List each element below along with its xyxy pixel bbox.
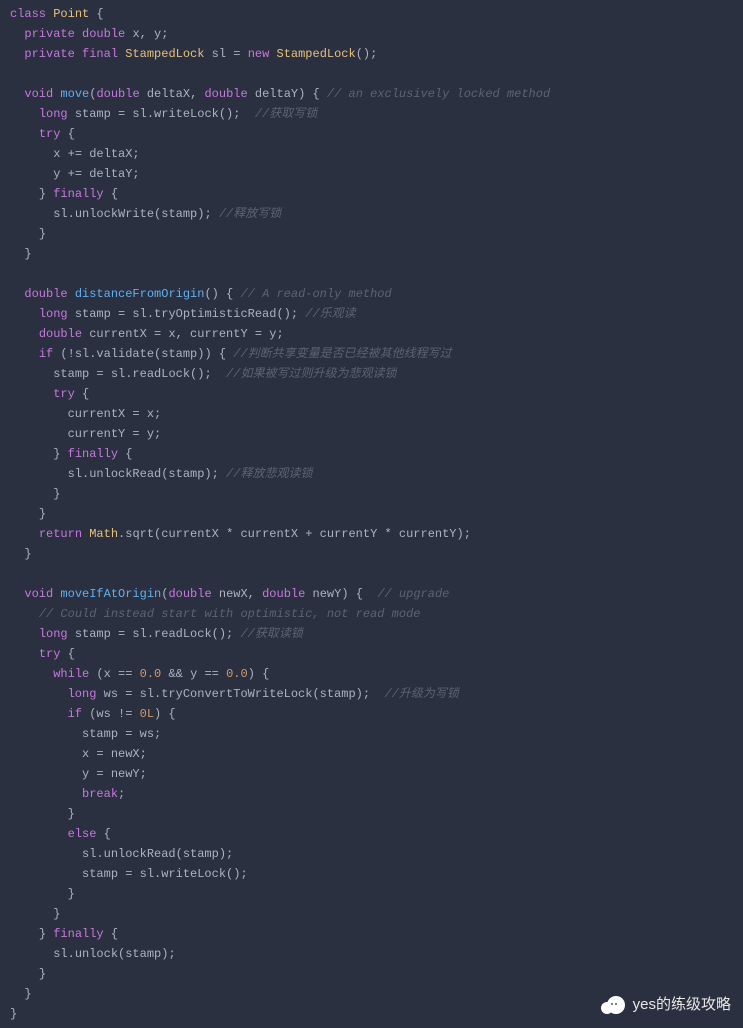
type-point: Point xyxy=(53,7,89,21)
fn-distance: distanceFromOrigin xyxy=(68,287,205,301)
code-block: class Point { private double x, y; priva… xyxy=(0,0,743,1028)
watermark: yes的练级攻略 xyxy=(601,994,731,1016)
watermark-text: yes的练级攻略 xyxy=(633,995,731,1015)
wechat-icon xyxy=(601,994,627,1016)
fn-moveiforigin: moveIfAtOrigin xyxy=(53,587,161,601)
fn-move: move xyxy=(60,87,89,101)
kw-class: class xyxy=(10,7,46,21)
